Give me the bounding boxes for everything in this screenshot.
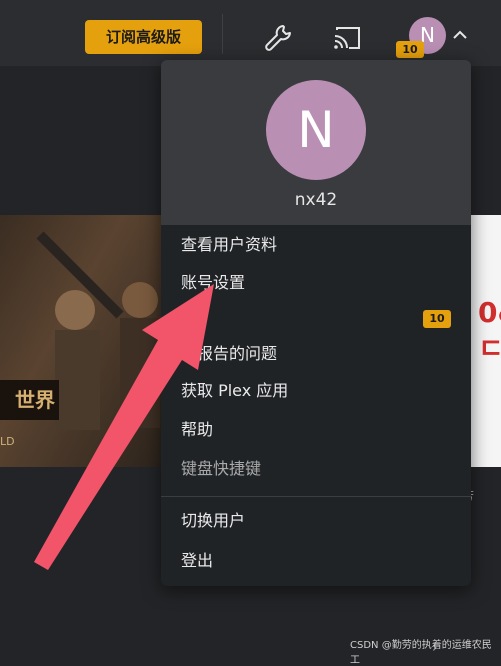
notification-badge: 10 — [396, 41, 424, 58]
menu-item-switch-user[interactable]: 切换用户 — [161, 504, 471, 538]
toolbar-divider — [222, 14, 223, 54]
movie-poster[interactable]: 世界 LD — [0, 215, 165, 467]
menu-item-get-plex-apps[interactable]: 获取 Plex 应用 — [161, 374, 471, 408]
top-bar: 订阅高级版 N 10 — [0, 0, 501, 66]
poster-title: 世界 — [0, 380, 59, 420]
poster-subtitle: LD — [0, 435, 15, 448]
chevron-up-icon[interactable] — [452, 29, 468, 41]
poster2-title: 0& ㄷ — [478, 296, 501, 365]
profile-avatar[interactable]: N — [266, 80, 366, 180]
menu-notification-badge: 10 — [423, 310, 451, 328]
menu-item-keyboard-shortcuts[interactable]: 键盘快捷键 — [161, 452, 471, 486]
account-dropdown-menu: N nx42 查看用户资料 账号设置 10 有报告的问题 获取 Plex 应用 … — [161, 60, 471, 586]
menu-item-account-settings[interactable]: 账号设置 — [161, 266, 471, 300]
poster-artwork — [36, 231, 160, 430]
subscribe-premium-button[interactable]: 订阅高级版 — [85, 20, 202, 54]
menu-item-view-profile[interactable]: 查看用户资料 — [161, 228, 471, 262]
menu-header: N nx42 — [161, 60, 471, 225]
movie-poster-2[interactable]: 0& ㄷ — [470, 215, 501, 467]
watermark: CSDN @勤劳的执着的运维农民工 — [350, 640, 492, 666]
username: nx42 — [294, 190, 338, 210]
menu-item-sign-out[interactable]: 登出 — [161, 544, 471, 578]
menu-item-help[interactable]: 帮助 — [161, 413, 471, 447]
menu-divider — [161, 496, 471, 497]
menu-item-reported-issues[interactable]: 有报告的问题 — [161, 337, 471, 371]
wrench-icon[interactable] — [263, 22, 295, 54]
cast-icon[interactable] — [333, 24, 363, 52]
